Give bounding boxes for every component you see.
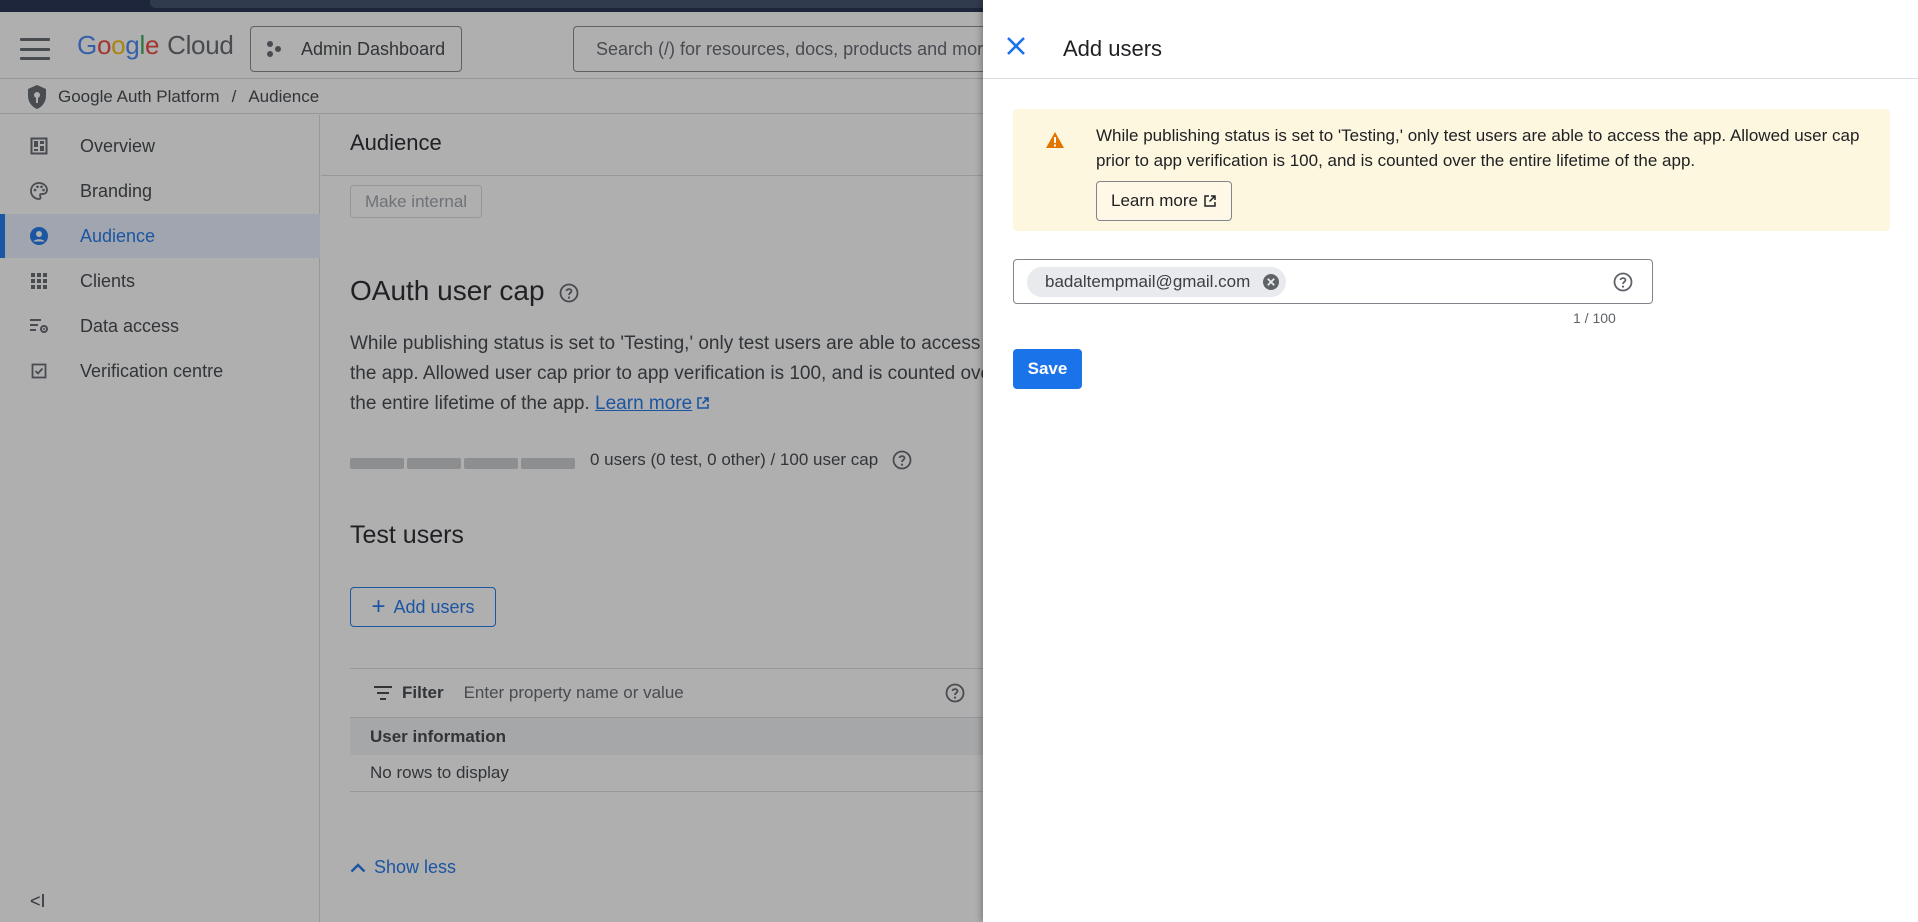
- email-chip-label: badaltempmail@gmail.com: [1045, 271, 1251, 291]
- close-icon[interactable]: [1005, 35, 1027, 57]
- email-chip: badaltempmail@gmail.com: [1027, 266, 1287, 297]
- banner-learn-more-button[interactable]: Learn more: [1096, 181, 1232, 221]
- banner-message: While publishing status is set to 'Testi…: [1096, 126, 1860, 170]
- external-link-icon: [1203, 194, 1217, 208]
- panel-title: Add users: [1063, 36, 1163, 61]
- email-counter: 1 / 100: [1573, 310, 1616, 326]
- panel-header: Add users: [983, 0, 1918, 79]
- add-users-panel: Add users While publishing status is set…: [983, 0, 1918, 922]
- email-input[interactable]: badaltempmail@gmail.com: [1013, 259, 1653, 304]
- save-button[interactable]: Save: [1013, 349, 1082, 389]
- warning-icon: [1045, 131, 1065, 149]
- modal-scrim[interactable]: [0, 0, 983, 922]
- banner-learn-more-label: Learn more: [1111, 191, 1198, 210]
- help-icon[interactable]: [1613, 272, 1633, 292]
- remove-chip-icon[interactable]: [1262, 273, 1280, 291]
- warning-banner: While publishing status is set to 'Testi…: [1013, 109, 1890, 231]
